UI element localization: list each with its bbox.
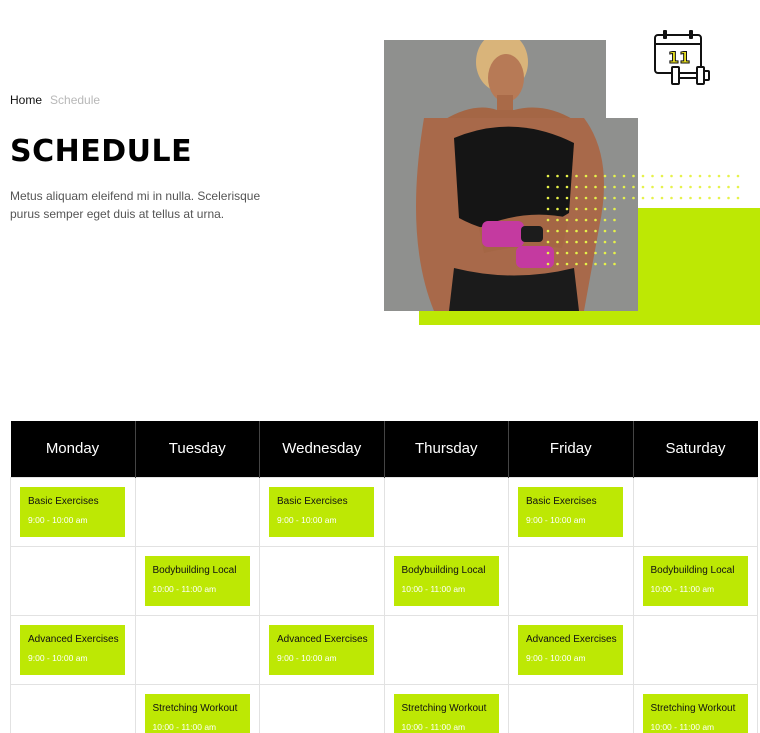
schedule-cell: Stretching Workout 10:00 - 11:00 am bbox=[632, 683, 758, 733]
class-name: Advanced Exercises bbox=[526, 633, 617, 645]
class-card[interactable]: Stretching Workout 10:00 - 11:00 am bbox=[642, 693, 748, 733]
class-card[interactable]: Bodybuilding Local 10:00 - 11:00 am bbox=[144, 555, 250, 606]
class-time: 10:00 - 11:00 am bbox=[152, 721, 217, 732]
hero-photo-top bbox=[384, 40, 606, 120]
class-time: 9:00 - 10:00 am bbox=[28, 652, 88, 663]
class-name: Basic Exercises bbox=[277, 495, 348, 507]
class-card[interactable]: Advanced Exercises 9:00 - 10:00 am bbox=[20, 624, 125, 675]
class-name: Basic Exercises bbox=[28, 495, 99, 507]
schedule-cell bbox=[259, 683, 385, 733]
schedule-cell bbox=[134, 614, 260, 685]
schedule-row: Bodybuilding Local 10:00 - 11:00 am Bodybu… bbox=[10, 545, 758, 616]
class-name: Stretching Workout bbox=[401, 702, 487, 714]
class-name: Advanced Exercises bbox=[277, 633, 368, 645]
schedule-cell bbox=[632, 614, 758, 685]
class-time: 10:00 - 11:00 am bbox=[401, 583, 466, 594]
page-title: SCHEDULE bbox=[10, 134, 193, 169]
schedule-row: Basic Exercises 9:00 - 10:00 am Basic Exer… bbox=[10, 476, 758, 547]
class-card[interactable]: Bodybuilding Local 10:00 - 11:00 am bbox=[393, 555, 499, 606]
schedule-cell: Basic Exercises 9:00 - 10:00 am bbox=[259, 476, 385, 547]
class-name: Basic Exercises bbox=[526, 495, 597, 507]
day-header-wednesday: Wednesday bbox=[259, 421, 385, 477]
day-header-tuesday: Tuesday bbox=[135, 421, 260, 477]
schedule-cell bbox=[632, 476, 758, 547]
day-header-saturday: Saturday bbox=[633, 421, 758, 477]
class-card[interactable]: Basic Exercises 9:00 - 10:00 am bbox=[269, 486, 374, 537]
schedule-cell bbox=[10, 683, 136, 733]
page-intro: Metus aliquam eleifend mi in nulla. Scel… bbox=[10, 189, 261, 221]
breadcrumb-home-link[interactable]: Home bbox=[10, 93, 42, 107]
svg-text:11: 11 bbox=[668, 48, 690, 67]
class-card[interactable]: Basic Exercises 9:00 - 10:00 am bbox=[518, 486, 623, 537]
schedule-cell bbox=[259, 545, 385, 616]
schedule-cell: Bodybuilding Local 10:00 - 11:00 am bbox=[134, 545, 260, 616]
class-card[interactable]: Stretching Workout 10:00 - 11:00 am bbox=[393, 693, 499, 733]
calendar-dumbbell-icon: 11 bbox=[654, 30, 710, 85]
class-card[interactable]: Basic Exercises 9:00 - 10:00 am bbox=[20, 486, 125, 537]
schedule-cell: Advanced Exercises 9:00 - 10:00 am bbox=[508, 614, 634, 685]
class-time: 10:00 - 11:00 am bbox=[650, 721, 715, 732]
schedule-cell: Basic Exercises 9:00 - 10:00 am bbox=[508, 476, 634, 547]
schedule-cell: Bodybuilding Local 10:00 - 11:00 am bbox=[383, 545, 509, 616]
schedule-cell: Advanced Exercises 9:00 - 10:00 am bbox=[259, 614, 385, 685]
schedule-cell bbox=[508, 683, 634, 733]
schedule-cell: Stretching Workout 10:00 - 11:00 am bbox=[383, 683, 509, 733]
class-time: 9:00 - 10:00 am bbox=[277, 652, 337, 663]
class-time: 9:00 - 10:00 am bbox=[526, 652, 586, 663]
schedule-cell: Advanced Exercises 9:00 - 10:00 am bbox=[10, 614, 136, 685]
class-name: Bodybuilding Local bbox=[152, 564, 237, 576]
schedule-table: Monday Tuesday Wednesday Thursday Friday Satu… bbox=[10, 421, 758, 733]
class-name: Stretching Workout bbox=[650, 702, 736, 714]
class-time: 9:00 - 10:00 am bbox=[526, 514, 586, 525]
class-card[interactable]: Stretching Workout 10:00 - 11:00 am bbox=[144, 693, 250, 733]
breadcrumb: Home Schedule bbox=[10, 93, 100, 107]
breadcrumb-current: Schedule bbox=[50, 93, 101, 107]
dot-pattern bbox=[546, 174, 740, 266]
schedule-cell bbox=[383, 476, 509, 547]
class-card[interactable]: Advanced Exercises 9:00 - 10:00 am bbox=[269, 624, 374, 675]
schedule-cell: Bodybuilding Local 10:00 - 11:00 am bbox=[632, 545, 758, 616]
schedule-row: Advanced Exercises 9:00 - 10:00 am Advance… bbox=[10, 614, 758, 685]
class-time: 10:00 - 11:00 am bbox=[401, 721, 466, 732]
schedule-cell: Stretching Workout 10:00 - 11:00 am bbox=[134, 683, 260, 733]
class-time: 9:00 - 10:00 am bbox=[277, 514, 337, 525]
schedule-row: Stretching Workout 10:00 - 11:00 am Stretc… bbox=[10, 683, 758, 733]
class-time: 10:00 - 11:00 am bbox=[650, 583, 715, 594]
class-name: Stretching Workout bbox=[152, 702, 238, 714]
schedule-cell: Basic Exercises 9:00 - 10:00 am bbox=[10, 476, 136, 547]
class-time: 9:00 - 10:00 am bbox=[28, 514, 88, 525]
class-time: 10:00 - 11:00 am bbox=[152, 583, 217, 594]
class-name: Bodybuilding Local bbox=[401, 564, 486, 576]
class-name: Bodybuilding Local bbox=[650, 564, 735, 576]
class-name: Advanced Exercises bbox=[28, 633, 119, 645]
class-card[interactable]: Advanced Exercises 9:00 - 10:00 am bbox=[518, 624, 623, 675]
day-header-monday: Monday bbox=[10, 421, 136, 477]
schedule-cell bbox=[10, 545, 136, 616]
class-card[interactable]: Bodybuilding Local 10:00 - 11:00 am bbox=[642, 555, 748, 606]
schedule-header-row: Monday Tuesday Wednesday Thursday Friday Satu… bbox=[10, 421, 758, 477]
day-header-thursday: Thursday bbox=[384, 421, 509, 477]
schedule-cell bbox=[383, 614, 509, 685]
schedule-cell bbox=[134, 476, 260, 547]
day-header-friday: Friday bbox=[508, 421, 634, 477]
schedule-cell bbox=[508, 545, 634, 616]
